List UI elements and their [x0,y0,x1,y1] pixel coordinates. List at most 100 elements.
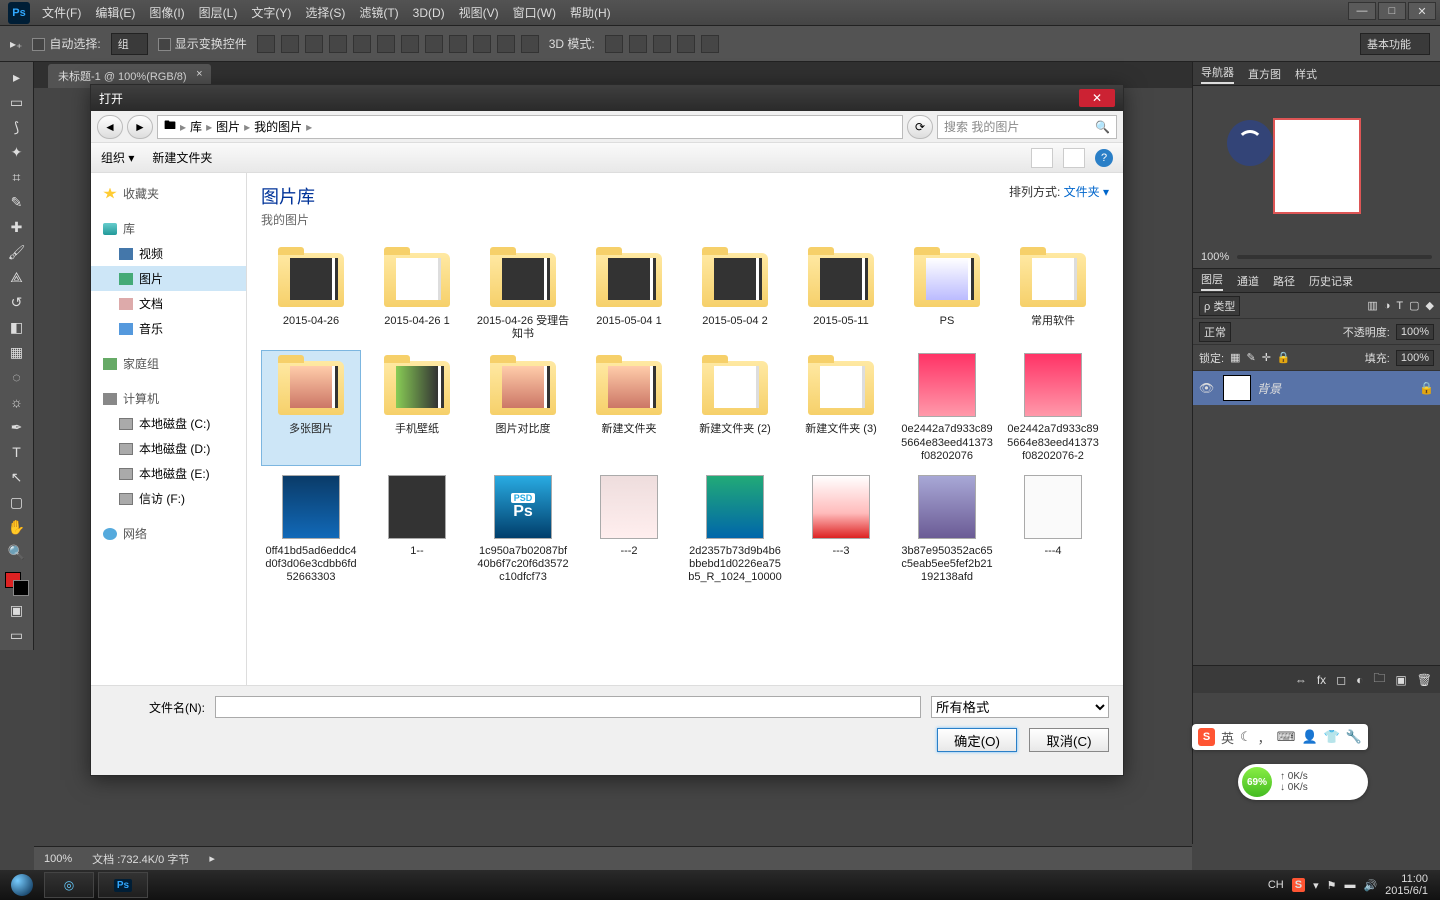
nav-forward-button[interactable]: ► [127,115,153,139]
menu-help[interactable]: 帮助(H) [570,4,611,21]
search-input[interactable]: 搜索 我的图片 🔍 [937,115,1117,139]
ime-bar[interactable]: S 英 ☾， ⌨ 👤 👕 🔧 [1192,724,1368,750]
history-tool[interactable]: ↺ [4,291,30,313]
shirt-icon[interactable]: 👕 [1324,729,1340,745]
view-button[interactable] [1031,148,1053,168]
file-item[interactable]: 2015-05-04 1 [579,242,679,344]
menu-type[interactable]: 文字(Y) [251,4,291,21]
move-tool[interactable]: ▸ [4,66,30,88]
file-item[interactable]: 2015-04-26 1 [367,242,467,344]
filter-icon[interactable]: ▢ [1409,299,1419,312]
filename-input[interactable] [215,696,921,718]
visibility-icon[interactable]: 👁 [1199,381,1217,395]
sidebar-drive-c[interactable]: 本地磁盘 (C:) [91,411,246,436]
distribute-icon[interactable] [401,35,419,53]
menu-layer[interactable]: 图层(L) [199,4,238,21]
zoom-tool[interactable]: 🔍 [4,541,30,563]
file-item[interactable]: 常用软件 [1003,242,1103,344]
tray-volume-icon[interactable]: 🔊 [1363,879,1377,892]
file-item[interactable]: 图片对比度 [473,350,573,466]
wand-tool[interactable]: ✦ [4,141,30,163]
sidebar-drive-f[interactable]: 信访 (F:) [91,486,246,511]
adjustment-icon[interactable]: ◐ [1356,673,1363,687]
preview-button[interactable] [1063,148,1085,168]
crop-tool[interactable]: ⌗ [4,166,30,188]
crumb-mypictures[interactable]: 我的图片 [254,118,302,135]
menu-window[interactable]: 窗口(W) [513,4,556,21]
sidebar-computer[interactable]: 计算机 [123,390,159,407]
menu-view[interactable]: 视图(V) [459,4,499,21]
layer-row[interactable]: 👁 背景 🔒 [1193,371,1440,405]
file-item[interactable]: ---4 [1003,472,1103,588]
eyedropper-tool[interactable]: ✎ [4,191,30,213]
speed-widget[interactable]: 69% ↑ 0K/s ↓ 0K/s [1238,764,1368,800]
sidebar-network[interactable]: 网络 [123,525,147,542]
sidebar-libraries[interactable]: 库 [123,220,135,237]
tray-icon[interactable]: ▾ [1313,879,1319,892]
distribute-icon[interactable] [473,35,491,53]
align-icon[interactable] [353,35,371,53]
keyboard-icon[interactable]: ⌨ [1277,729,1296,745]
breadcrumb[interactable]: 🖿 ▸ 库▸ 图片▸ 我的图片▸ [157,115,903,139]
distribute-icon[interactable] [497,35,515,53]
file-item[interactable]: 多张图片 [261,350,361,466]
tab-paths[interactable]: 路径 [1273,273,1295,289]
workspace-switcher[interactable]: 基本功能 [1360,33,1430,55]
brush-tool[interactable]: 🖌 [4,241,30,263]
layer-kind-filter[interactable]: ρ 类型 [1199,296,1240,316]
file-item[interactable]: 新建文件夹 [579,350,679,466]
blend-mode[interactable]: 正常 [1199,322,1231,342]
tray-ime-icon[interactable]: S [1292,878,1305,892]
refresh-button[interactable]: ⟳ [907,115,933,139]
align-icon[interactable] [305,35,323,53]
window-maximize[interactable]: □ [1378,2,1406,20]
mode3d-icon[interactable] [677,35,695,53]
file-item[interactable]: ---3 [791,472,891,588]
gradient-tool[interactable]: ▦ [4,341,30,363]
filter-icon[interactable]: ▥ [1367,299,1377,312]
sidebar-homegroup[interactable]: 家庭组 [123,355,159,372]
fx-icon[interactable]: fx [1317,673,1326,687]
crumb-pictures[interactable]: 图片 [216,118,240,135]
align-icon[interactable] [257,35,275,53]
file-item[interactable]: 0e2442a7d933c895664e83eed41373f08202076 [897,350,997,466]
help-icon[interactable]: ? [1095,149,1113,167]
navigator-thumb[interactable] [1273,118,1361,214]
menu-edit[interactable]: 编辑(E) [95,4,135,21]
file-item[interactable]: ---2 [579,472,679,588]
eraser-tool[interactable]: ◧ [4,316,30,338]
tab-channels[interactable]: 通道 [1237,273,1259,289]
tray-lang[interactable]: CH [1268,879,1284,891]
file-item[interactable]: 2015-04-26 受理告知书 [473,242,573,344]
file-item[interactable]: 手机壁纸 [367,350,467,466]
pen-tool[interactable]: ✒ [4,416,30,438]
mask-icon[interactable]: ◻ [1336,673,1346,687]
opacity-value[interactable]: 100% [1396,324,1434,340]
tray-icon[interactable]: ⚑ [1327,879,1337,892]
tab-layers[interactable]: 图层 [1201,271,1223,291]
group-icon[interactable]: 🗀 [1373,669,1385,690]
trash-icon[interactable]: 🗑 [1417,673,1432,687]
file-item[interactable]: 2d2357b73d9b4b6bbebd1d0226ea75b5_R_1024_… [685,472,785,588]
hand-tool[interactable]: ✋ [4,516,30,538]
tray-clock[interactable]: 11:00 2015/6/1 [1385,873,1428,897]
filter-icon[interactable]: ◑ [1384,300,1391,312]
file-item[interactable]: 3b87e950352ac65c5eab5ee5fef2b21192138afd [897,472,997,588]
blur-tool[interactable]: ◌ [4,366,30,388]
shape-tool[interactable]: ▢ [4,491,30,513]
sidebar-item-video[interactable]: 视频 [91,241,246,266]
file-item[interactable]: PSDPs1c950a7b02087bf40b6f7c20f6d3572c10d… [473,472,573,588]
window-close[interactable]: ✕ [1408,2,1436,20]
mode3d-icon[interactable] [629,35,647,53]
new-layer-icon[interactable]: ▣ [1395,673,1406,687]
auto-select-dropdown[interactable]: 组 [111,33,148,55]
file-item[interactable]: 新建文件夹 (3) [791,350,891,466]
lock-icon[interactable]: ▦ [1230,351,1240,364]
sidebar-favorites[interactable]: 收藏夹 [123,185,159,202]
sort-dropdown[interactable]: 文件夹 ▾ [1064,185,1109,199]
sidebar-item-pictures[interactable]: 图片 [91,266,246,291]
menu-3d[interactable]: 3D(D) [413,6,445,20]
crumb-lib[interactable]: 库 [190,118,202,135]
sidebar-drive-d[interactable]: 本地磁盘 (D:) [91,436,246,461]
quickmask-tool[interactable]: ▣ [4,599,30,621]
